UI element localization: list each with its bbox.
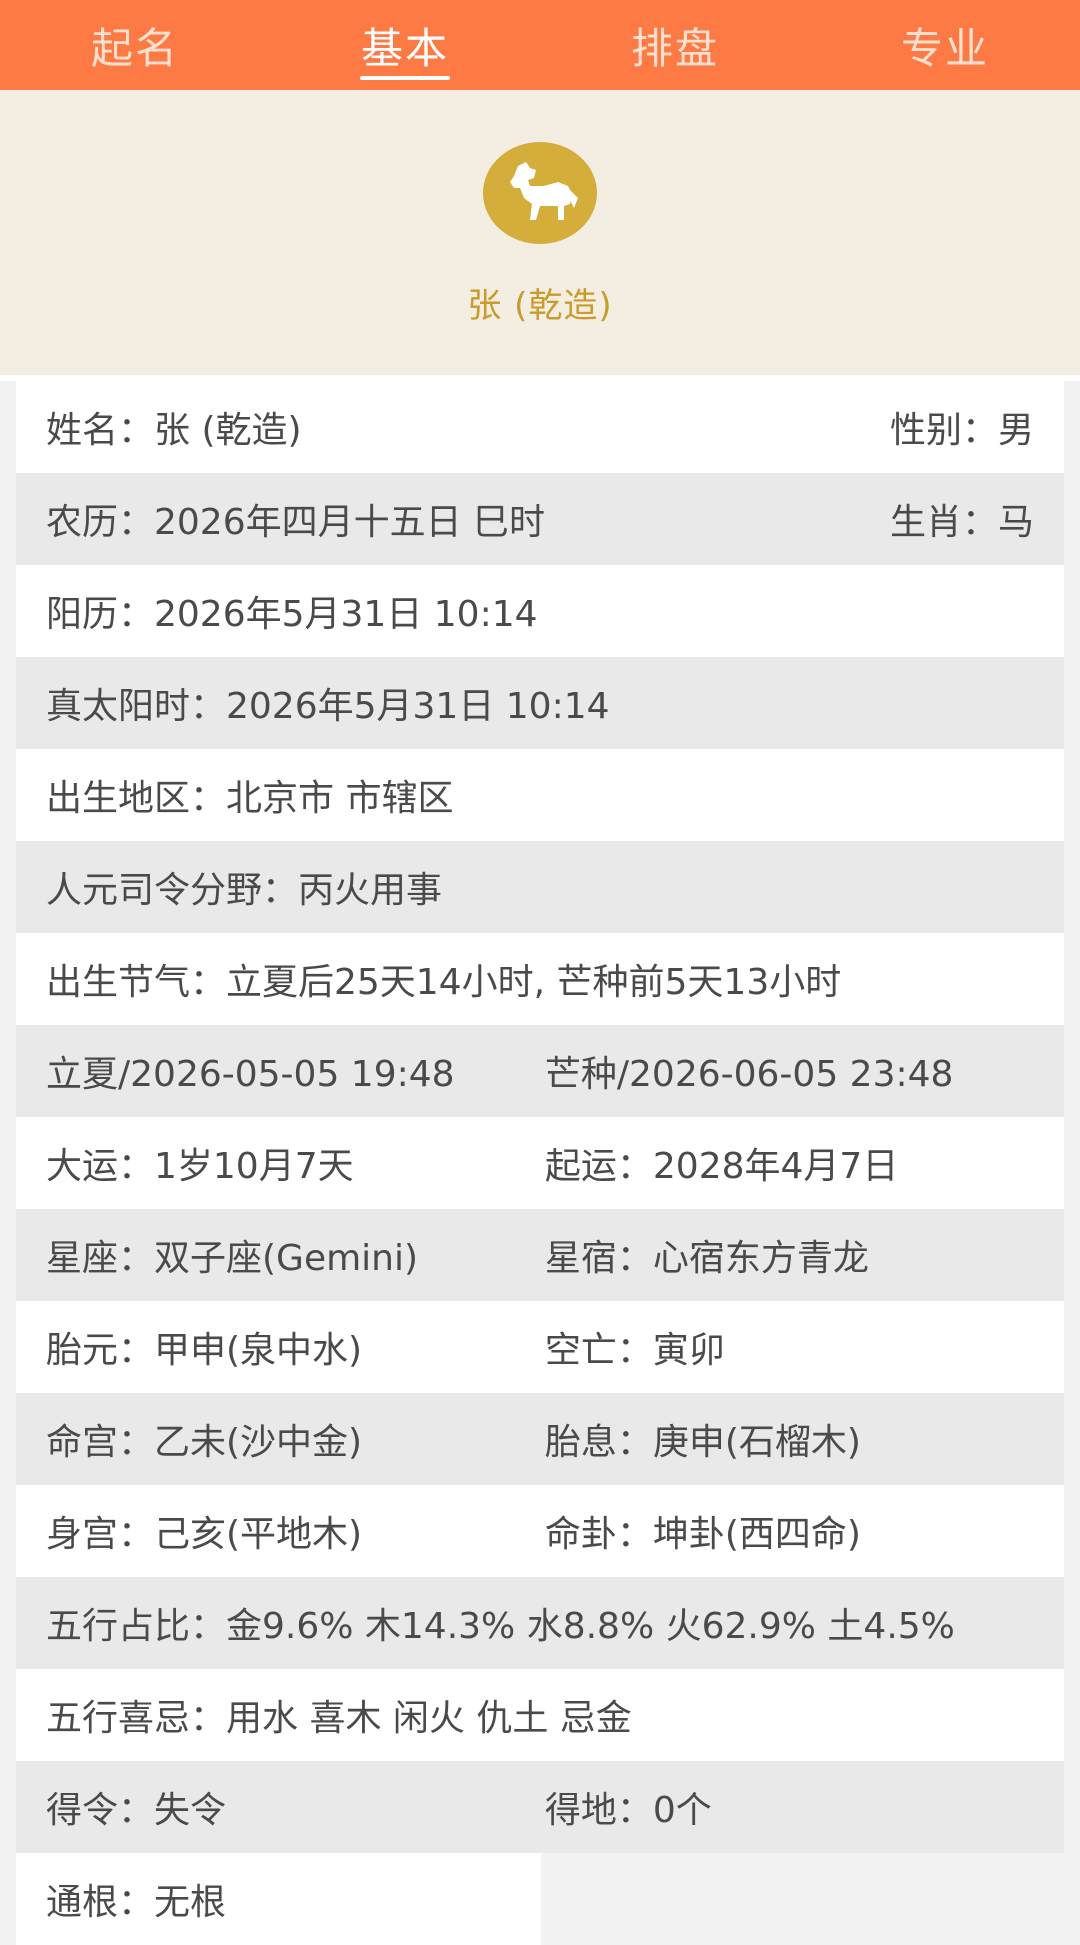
profile-name: 张 (乾造) bbox=[467, 286, 613, 326]
row-lunar-zodiac: 农历：2026年四月十五日 巳时 生肖：马 bbox=[16, 473, 1064, 565]
row-tonggen: 通根：无根 bbox=[16, 1853, 541, 1945]
row-jieqi-dates: 立夏/2026-05-05 19:48 芒种/2026-06-05 23:48 bbox=[16, 1025, 1064, 1117]
name-value: 姓名：张 (乾造) bbox=[46, 410, 302, 451]
taixi: 胎息：庚申(石榴木) bbox=[544, 1422, 861, 1463]
lunar-date: 农历：2026年四月十五日 巳时 bbox=[46, 502, 546, 543]
wuxing-ratio: 五行占比：金9.6% 木14.3% 水8.8% 火62.9% 土4.5% bbox=[46, 1606, 955, 1647]
row-shengong: 身宫：己亥(平地木) 命卦：坤卦(西四命) bbox=[16, 1485, 1064, 1577]
row-birthplace: 出生地区：北京市 市辖区 bbox=[16, 749, 1064, 841]
minggong: 命宫：乙未(沙中金) bbox=[46, 1422, 363, 1463]
row-deling: 得令：失令 得地：0个 bbox=[16, 1761, 1064, 1853]
tab-qiming[interactable]: 起名 bbox=[0, 0, 270, 90]
dayun: 大运：1岁10月7天 bbox=[46, 1146, 354, 1187]
wuxing-xiji: 五行喜忌：用水 喜木 闲火 仇土 忌金 bbox=[46, 1698, 632, 1739]
jieqi-next: 芒种/2026-06-05 23:48 bbox=[544, 1054, 954, 1095]
horse-glyph bbox=[510, 162, 578, 220]
birth-jieqi: 出生节气：立夏后25天14小时, 芒种前5天13小时 bbox=[46, 962, 842, 1003]
kongwang: 空亡：寅卯 bbox=[544, 1330, 725, 1371]
renyuan-siling: 人元司令分野：丙火用事 bbox=[46, 870, 443, 911]
row-dayun: 大运：1岁10月7天 起运：2028年4月7日 bbox=[16, 1117, 1064, 1209]
row-name-gender: 姓名：张 (乾造) 性别：男 bbox=[16, 381, 1064, 473]
row-minggong: 命宫：乙未(沙中金) 胎息：庚申(石榴木) bbox=[16, 1393, 1064, 1485]
xingxiu: 星宿：心宿东方青龙 bbox=[544, 1238, 869, 1279]
true-solar-time: 真太阳时：2026年5月31日 10:14 bbox=[46, 686, 610, 727]
jieqi-prev: 立夏/2026-05-05 19:48 bbox=[46, 1054, 455, 1095]
row-solar: 阳历：2026年5月31日 10:14 bbox=[16, 565, 1064, 657]
tonggen: 通根：无根 bbox=[46, 1882, 227, 1923]
qiyun: 起运：2028年4月7日 bbox=[544, 1146, 899, 1187]
row-wuxing-ratio: 五行占比：金9.6% 木14.3% 水8.8% 火62.9% 土4.5% bbox=[16, 1577, 1064, 1669]
tab-label: 基本 bbox=[360, 23, 449, 73]
tab-jiben[interactable]: 基本 bbox=[270, 0, 540, 90]
zodiac-value: 生肖：马 bbox=[889, 502, 1034, 543]
info-list: 姓名：张 (乾造) 性别：男 农历：2026年四月十五日 巳时 生肖：马 阳历：… bbox=[0, 381, 1080, 1945]
dedi: 得地：0个 bbox=[544, 1790, 712, 1831]
taiyuan: 胎元：甲申(泉中水) bbox=[46, 1330, 363, 1371]
tab-zhuanye[interactable]: 专业 bbox=[810, 0, 1080, 90]
solar-date: 阳历：2026年5月31日 10:14 bbox=[46, 594, 538, 635]
shengong: 身宫：己亥(平地木) bbox=[46, 1514, 363, 1555]
row-jieqi: 出生节气：立夏后25天14小时, 芒种前5天13小时 bbox=[16, 933, 1064, 1025]
tab-label: 专业 bbox=[900, 23, 989, 73]
tab-label: 排盘 bbox=[630, 23, 719, 73]
tab-paipan[interactable]: 排盘 bbox=[540, 0, 810, 90]
xingzuo: 星座：双子座(Gemini) bbox=[46, 1238, 419, 1279]
top-tab-bar: 起名 基本 排盘 专业 bbox=[0, 0, 1080, 90]
row-renyuan: 人元司令分野：丙火用事 bbox=[16, 841, 1064, 933]
row-xingzuo: 星座：双子座(Gemini) 星宿：心宿东方青龙 bbox=[16, 1209, 1064, 1301]
tab-label: 起名 bbox=[90, 23, 179, 73]
active-tab-indicator bbox=[360, 76, 450, 80]
birthplace: 出生地区：北京市 市辖区 bbox=[46, 778, 454, 819]
row-wuxing-xiji: 五行喜忌：用水 喜木 闲火 仇土 忌金 bbox=[16, 1669, 1064, 1761]
minggua: 命卦：坤卦(西四命) bbox=[544, 1514, 861, 1555]
horse-zodiac-icon bbox=[483, 142, 597, 244]
gender-value: 性别：男 bbox=[889, 410, 1034, 451]
row-taiyuan: 胎元：甲申(泉中水) 空亡：寅卯 bbox=[16, 1301, 1064, 1393]
deling: 得令：失令 bbox=[46, 1790, 227, 1831]
profile-header: 张 (乾造) bbox=[0, 90, 1080, 381]
row-true-solar: 真太阳时：2026年5月31日 10:14 bbox=[16, 657, 1064, 749]
